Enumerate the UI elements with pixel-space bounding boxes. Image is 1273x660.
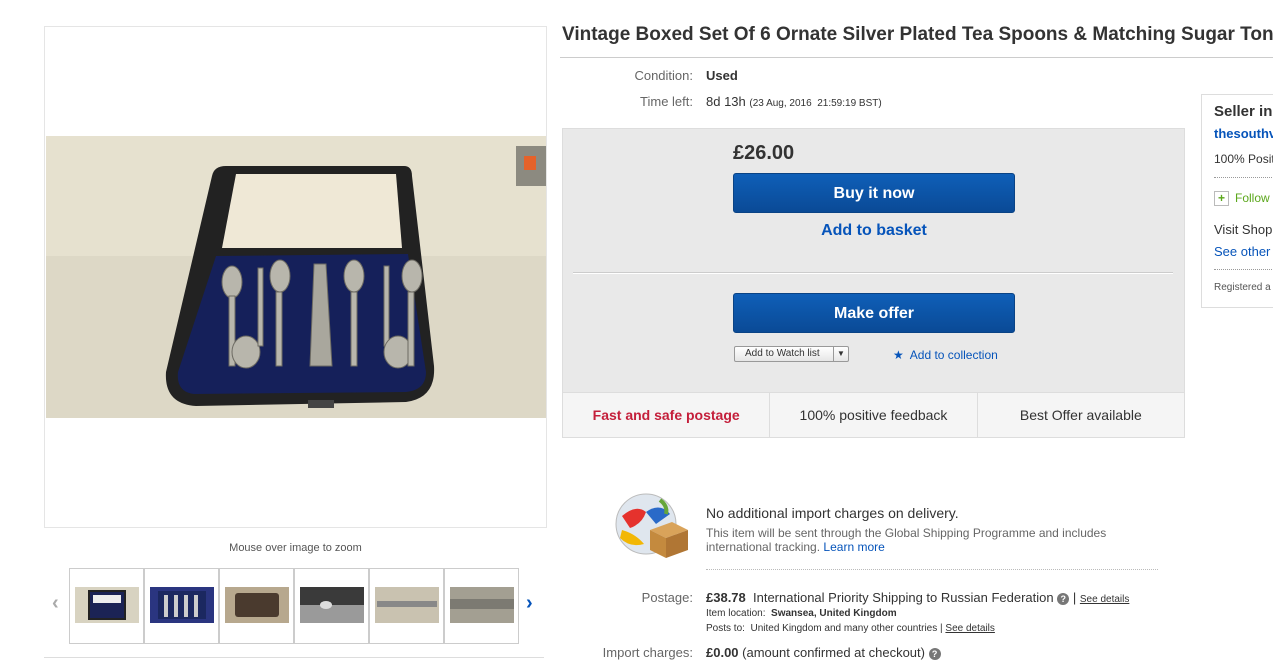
thumbnail-1[interactable] <box>69 568 144 644</box>
condition-label: Condition: <box>634 68 693 83</box>
seller-heading: Seller in <box>1214 103 1273 120</box>
buy-now-button[interactable]: Buy it now <box>733 173 1015 213</box>
main-image-frame <box>44 26 547 528</box>
thumbnail-6[interactable] <box>444 568 519 644</box>
seller-name-link[interactable]: thesouthv <box>1214 126 1273 141</box>
feature-bar: Fast and safe postage 100% positive feed… <box>562 392 1185 438</box>
item-location-label: Item location: <box>706 608 766 619</box>
condition-value: Used <box>706 68 738 83</box>
global-shipping-note: This item will be sent through the Globa… <box>706 526 1136 554</box>
posts-to-see-details-link[interactable]: See details <box>945 623 994 634</box>
postage-label: Postage: <box>641 590 693 605</box>
help-icon[interactable]: ? <box>928 647 941 660</box>
import-charges-note: (amount confirmed at checkout) <box>742 645 925 660</box>
thumbnail-2[interactable] <box>144 568 219 644</box>
global-shipping-icon <box>610 490 692 565</box>
registered-note: Registered a <box>1214 282 1271 293</box>
see-other-items-link[interactable]: See other <box>1214 244 1270 259</box>
postage-price: £38.78 <box>706 590 746 605</box>
divider <box>573 272 1173 274</box>
star-icon: ★ <box>893 348 904 362</box>
add-to-collection-link[interactable]: ★ Add to collection <box>893 348 998 362</box>
posts-to-value: United Kingdom and many other countries <box>750 623 938 634</box>
follow-label: Follow <box>1235 191 1270 205</box>
make-offer-button[interactable]: Make offer <box>733 293 1015 333</box>
seller-feedback: 100% Posit <box>1214 152 1273 166</box>
thumbnail-5[interactable] <box>369 568 444 644</box>
feature-best-offer: Best Offer available <box>1019 407 1142 423</box>
zoom-hint: Mouse over image to zoom <box>229 542 362 554</box>
import-charges-line: £0.00 (amount confirmed at checkout) ? <box>706 645 941 660</box>
time-left-end: (23 Aug, 2016 21:59:19 BST) <box>749 98 882 109</box>
postage-line: £38.78 International Priority Shipping t… <box>706 590 1130 605</box>
feature-fast-postage: Fast and safe postage <box>563 393 771 437</box>
global-shipping-text: This item will be sent through the Globa… <box>706 526 1107 554</box>
import-charges-label: Import charges: <box>602 645 693 660</box>
divider <box>44 657 544 658</box>
help-icon[interactable]: ? <box>1057 592 1070 605</box>
chevron-left-icon[interactable]: ‹ <box>52 592 59 615</box>
watch-list-label: Add to Watch list <box>745 348 820 359</box>
chevron-right-icon[interactable]: › <box>526 592 533 615</box>
seller-info-panel: Seller in thesouthv 100% Posit + Follow V… <box>1201 94 1273 308</box>
add-to-basket-link[interactable]: Add to basket <box>733 222 1015 240</box>
thumbnail-3[interactable] <box>219 568 294 644</box>
price: £26.00 <box>733 142 795 164</box>
import-charges-headline: No additional import charges on delivery… <box>706 505 959 521</box>
divider <box>1214 177 1273 178</box>
postage-service: International Priority Shipping to Russi… <box>753 590 1054 605</box>
time-left-label: Time left: <box>640 94 693 109</box>
divider <box>1214 269 1273 270</box>
visit-shop-link[interactable]: Visit Shop <box>1214 222 1272 237</box>
item-location: Swansea, United Kingdom <box>771 608 897 619</box>
learn-more-link[interactable]: Learn more <box>823 540 884 554</box>
item-title: Vintage Boxed Set Of 6 Ornate Silver Pla… <box>562 24 1273 45</box>
postage-see-details-link[interactable]: See details <box>1080 594 1129 605</box>
feature-positive-feedback: 100% positive feedback <box>770 393 978 437</box>
plus-icon: + <box>1214 191 1229 206</box>
time-left-duration: 8d 13h <box>706 94 746 109</box>
thumbnail-strip: ‹ › <box>44 568 546 646</box>
posts-to-line: Posts to: United Kingdom and many other … <box>706 623 995 634</box>
divider <box>706 569 1158 570</box>
thumbnail-4[interactable] <box>294 568 369 644</box>
add-to-watch-list-button[interactable]: Add to Watch list ▼ <box>734 346 849 362</box>
product-photo[interactable] <box>46 136 546 418</box>
time-left-value: 8d 13h (23 Aug, 2016 21:59:19 BST) <box>706 94 882 109</box>
item-location-line: Item location: Swansea, United Kingdom <box>706 608 897 619</box>
import-charges-price: £0.00 <box>706 645 739 660</box>
posts-to-label: Posts to: <box>706 623 745 634</box>
chevron-down-icon[interactable]: ▼ <box>833 347 848 361</box>
divider <box>560 57 1273 58</box>
add-to-collection-label: Add to collection <box>909 348 998 362</box>
follow-button[interactable]: + Follow <box>1214 191 1270 206</box>
